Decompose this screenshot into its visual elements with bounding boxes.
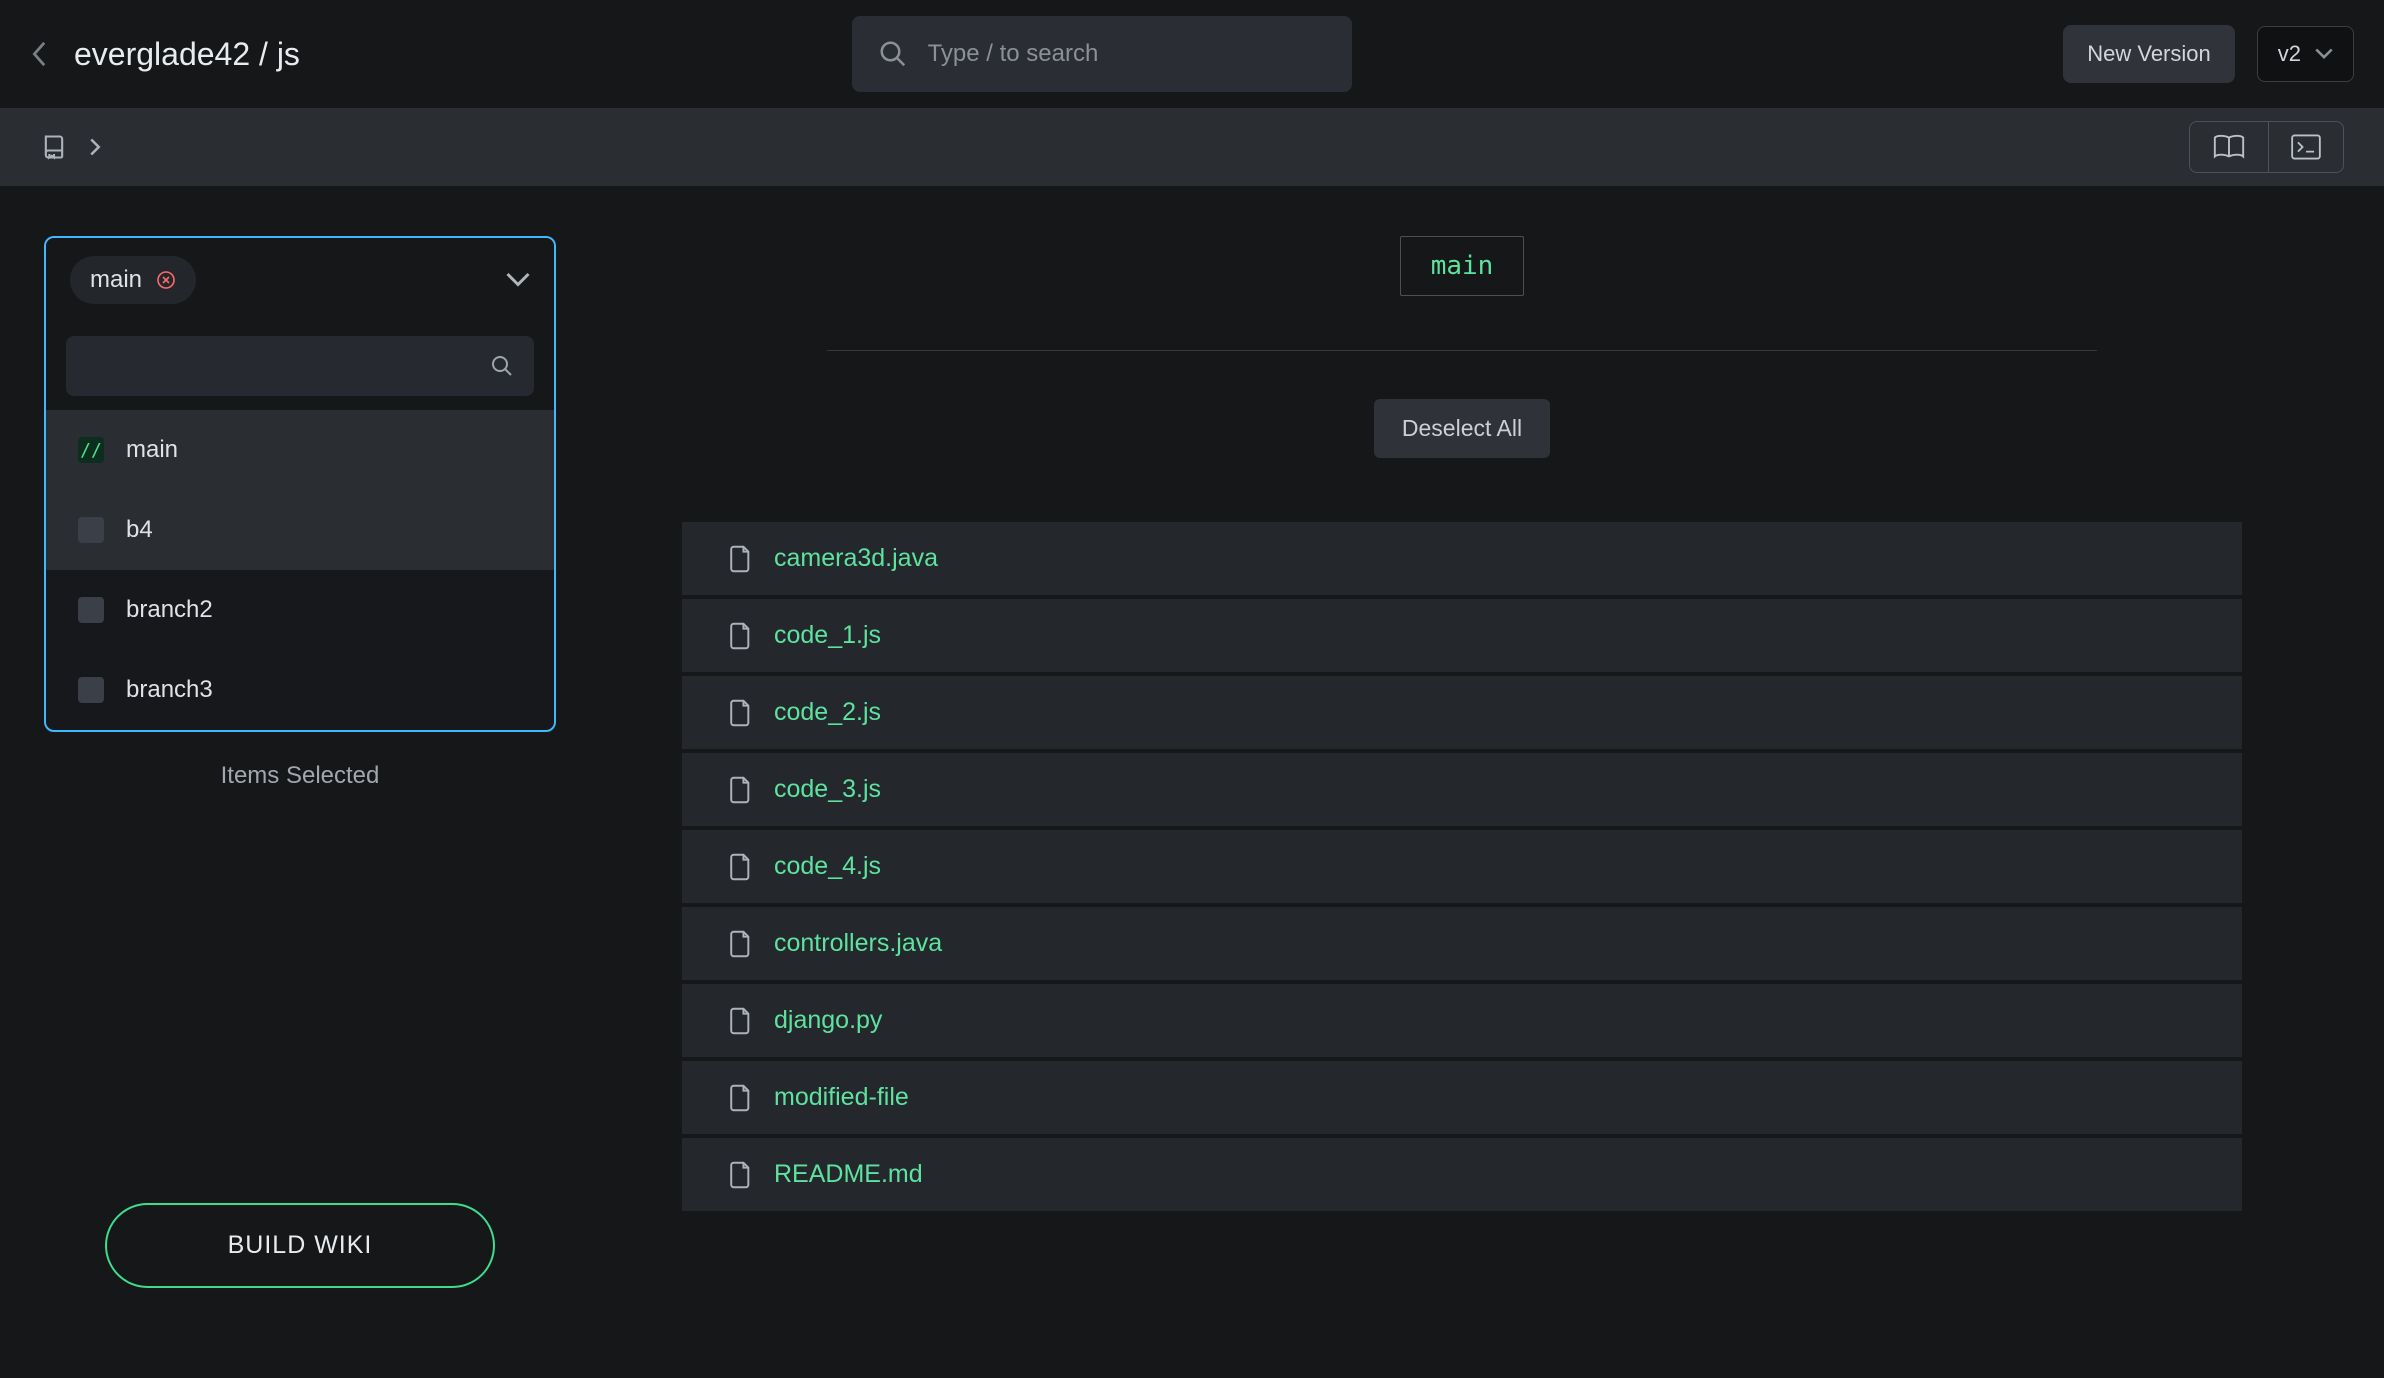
file-row[interactable]: django.py <box>682 984 2242 1057</box>
file-list: camera3d.java code_1.js code_2.js code_3.js… <box>682 522 2242 1211</box>
main: main // main b4 branch2 branch3 <box>0 186 2384 1378</box>
items-selected-label: Items Selected <box>44 762 556 790</box>
file-row[interactable]: code_1.js <box>682 599 2242 672</box>
deselect-all-button[interactable]: Deselect All <box>1374 399 1550 458</box>
file-row[interactable]: modified-file <box>682 1061 2242 1134</box>
checkbox-icon[interactable] <box>78 597 104 623</box>
toolbar-right <box>2189 121 2344 173</box>
file-row[interactable]: code_4.js <box>682 830 2242 903</box>
file-row[interactable]: code_2.js <box>682 676 2242 749</box>
breadcrumb[interactable]: everglade42 / js <box>74 36 300 73</box>
repo-icon[interactable] <box>40 132 68 162</box>
toolbar <box>0 108 2384 186</box>
file-icon <box>730 776 752 804</box>
file-icon <box>730 930 752 958</box>
file-icon <box>730 1161 752 1189</box>
file-name: README.md <box>774 1160 923 1189</box>
branch-item-label: b4 <box>126 516 153 544</box>
new-version-button[interactable]: New Version <box>2063 25 2235 83</box>
file-icon <box>730 1084 752 1112</box>
header-right: New Version v2 <box>2063 25 2354 83</box>
checkbox-icon[interactable] <box>78 677 104 703</box>
close-circle-icon[interactable] <box>156 270 176 290</box>
header-center <box>300 16 2063 92</box>
content: main Deselect All camera3d.java code_1.js… <box>600 186 2384 1378</box>
branch-selector-header[interactable]: main <box>46 238 554 322</box>
file-name: code_4.js <box>774 852 881 881</box>
branch-search[interactable] <box>66 336 534 396</box>
checkbox-icon[interactable] <box>78 517 104 543</box>
branch-item-label: main <box>126 436 178 464</box>
file-name: code_1.js <box>774 621 881 650</box>
branch-item-label: branch3 <box>126 676 213 704</box>
chevron-down-icon[interactable] <box>506 272 530 288</box>
chevron-down-icon <box>2315 48 2333 60</box>
file-icon <box>730 545 752 573</box>
view-toggle <box>2189 121 2344 173</box>
file-name: django.py <box>774 1006 882 1035</box>
file-icon <box>730 1007 752 1035</box>
search-input[interactable] <box>928 40 1326 68</box>
file-name: modified-file <box>774 1083 909 1112</box>
branch-search-input[interactable] <box>86 353 490 379</box>
file-name: code_2.js <box>774 698 881 727</box>
file-row[interactable]: README.md <box>682 1138 2242 1211</box>
file-row[interactable]: controllers.java <box>682 907 2242 980</box>
divider <box>827 350 2097 351</box>
file-icon <box>730 853 752 881</box>
branch-selector: main // main b4 branch2 branch3 <box>44 236 556 732</box>
file-icon <box>730 622 752 650</box>
branch-chip-label: main <box>90 266 142 294</box>
file-name: controllers.java <box>774 929 942 958</box>
header: everglade42 / js New Version v2 <box>0 0 2384 108</box>
branch-search-row <box>46 322 554 410</box>
branch-item[interactable]: b4 <box>46 490 554 570</box>
version-label: v2 <box>2278 41 2301 67</box>
breadcrumb-chevron-icon <box>88 137 102 157</box>
build-wiki-button[interactable]: BUILD WIKI <box>105 1203 495 1288</box>
version-dropdown[interactable]: v2 <box>2257 26 2354 82</box>
file-name: code_3.js <box>774 775 881 804</box>
branch-item-label: branch2 <box>126 596 213 624</box>
terminal-view-button[interactable] <box>2269 122 2343 172</box>
branch-chip: main <box>70 256 196 304</box>
book-view-button[interactable] <box>2190 122 2269 172</box>
file-row[interactable]: camera3d.java <box>682 522 2242 595</box>
file-name: camera3d.java <box>774 544 938 573</box>
file-row[interactable]: code_3.js <box>682 753 2242 826</box>
branch-item[interactable]: // main <box>46 410 554 490</box>
back-icon[interactable] <box>30 40 50 68</box>
checkbox-checked-icon[interactable]: // <box>78 437 104 463</box>
search-icon <box>490 354 514 378</box>
branch-badge: main <box>1400 236 1525 296</box>
sidebar: main // main b4 branch2 branch3 <box>0 186 600 1378</box>
branch-list: // main b4 branch2 branch3 <box>46 410 554 730</box>
toolbar-left <box>40 132 102 162</box>
branch-item[interactable]: branch3 <box>46 650 554 730</box>
file-icon <box>730 699 752 727</box>
search-box[interactable] <box>852 16 1352 92</box>
search-icon <box>878 39 908 69</box>
branch-item[interactable]: branch2 <box>46 570 554 650</box>
